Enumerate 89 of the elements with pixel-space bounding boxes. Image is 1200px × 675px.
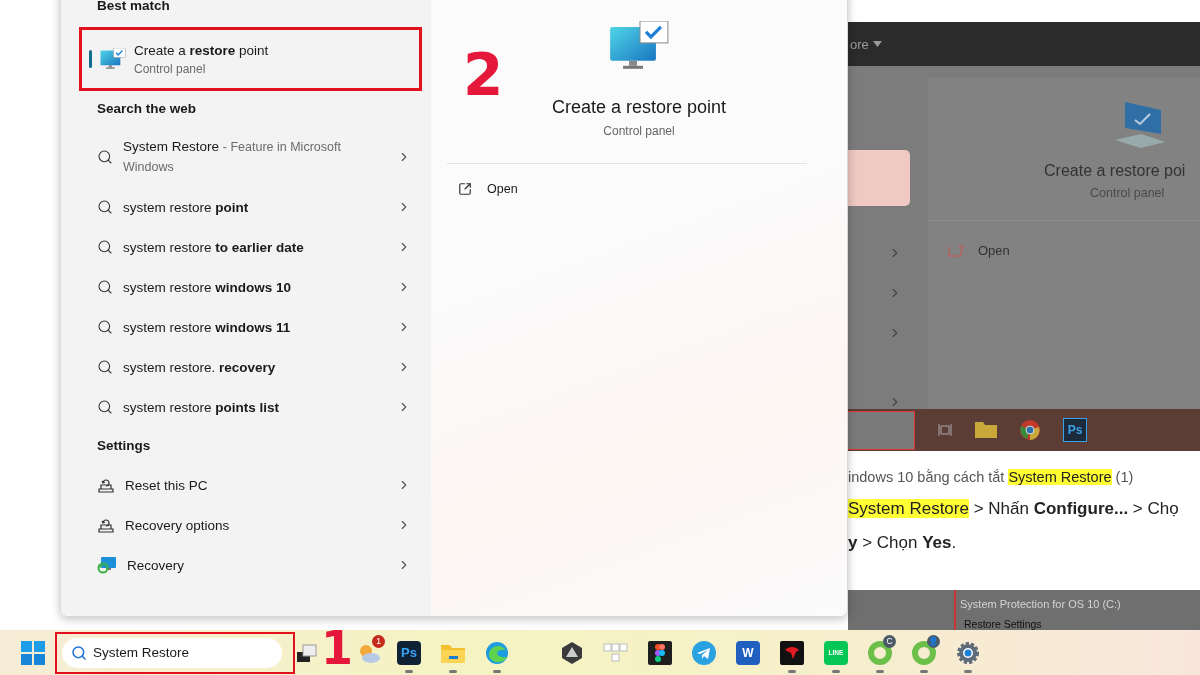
task-view-icon xyxy=(297,643,317,662)
badge: 👤 xyxy=(927,634,940,648)
section-heading: Best match xyxy=(97,0,171,14)
search-icon xyxy=(97,149,113,165)
result-title: system restore windows 11 xyxy=(123,319,291,335)
recovery-icon xyxy=(97,556,117,574)
article-text: y > Chọn Yes. xyxy=(848,531,958,554)
document-app-icon: W xyxy=(736,640,760,665)
running-indicator xyxy=(876,669,884,673)
open-icon xyxy=(948,244,964,257)
result-title: Recovery options xyxy=(125,517,230,533)
preview-title: Create a restore point xyxy=(551,96,727,118)
settings-result-row[interactable]: Recovery xyxy=(97,545,411,585)
result-title: system restore points list xyxy=(123,399,280,415)
badge: 1 xyxy=(372,634,385,648)
search-icon xyxy=(71,644,87,661)
search-icon xyxy=(97,359,113,375)
result-title: system restore to earlier date xyxy=(123,239,304,255)
result-title: system restore point xyxy=(123,199,249,215)
article-text: indows 10 bằng cách tắt System Restore (1) xyxy=(848,467,1135,487)
search-icon xyxy=(97,239,113,255)
section-heading: Search the web xyxy=(97,101,198,117)
preview-subtitle: Control panel xyxy=(1090,186,1165,201)
best-match-item[interactable]: Create a restore point Control panel xyxy=(79,27,422,91)
dialog-section: Restore Settings xyxy=(964,618,1200,630)
app-tile-icon: Ps xyxy=(397,640,421,665)
browser-icon xyxy=(485,640,509,665)
running-indicator xyxy=(405,669,413,673)
step-number: 2 xyxy=(463,46,504,104)
search-icon xyxy=(97,199,113,215)
result-title: Recovery xyxy=(127,557,185,573)
preview-title: Create a restore poi xyxy=(1044,162,1186,181)
running-indicator xyxy=(449,669,457,673)
hexagon-app-icon xyxy=(560,640,584,665)
open-label: Open xyxy=(978,243,1010,259)
running-indicator xyxy=(788,669,796,673)
running-indicator xyxy=(920,669,928,673)
search-icon xyxy=(97,319,113,335)
running-indicator xyxy=(964,669,972,673)
monitor-check-icon xyxy=(100,48,126,70)
web-result-row[interactable]: system restore point xyxy=(97,187,411,227)
dialog-title: System Protection for OS 10 (C:) xyxy=(960,598,1122,610)
running-indicator xyxy=(832,669,840,673)
open-icon xyxy=(458,181,472,196)
search-field-outline xyxy=(848,410,915,450)
browser-icon xyxy=(1019,419,1041,441)
windows-logo-icon xyxy=(21,640,45,665)
folder-icon xyxy=(975,422,997,438)
open-action[interactable]: Open xyxy=(458,181,518,196)
ring-app-icon xyxy=(868,640,892,665)
search-icon xyxy=(97,399,113,415)
keycaps-icon xyxy=(603,641,629,664)
caret-icon xyxy=(872,41,882,48)
web-result-row[interactable]: system restore windows 11 xyxy=(97,307,411,347)
web-result-row[interactable]: system restore points list xyxy=(97,387,411,427)
design-app-icon xyxy=(648,640,672,665)
game-app-icon xyxy=(780,640,804,665)
start-button[interactable] xyxy=(19,638,47,667)
result-subtitle: Control panel xyxy=(134,61,207,76)
result-title: system restore. recovery xyxy=(123,359,276,375)
taskbar-app[interactable]: W xyxy=(728,632,768,673)
monitor-check-icon xyxy=(609,21,669,71)
app-tile-icon: Ps xyxy=(1063,418,1087,442)
preview-subtitle: Control panel xyxy=(603,123,675,138)
taskbar-app[interactable]: C xyxy=(860,632,900,673)
result-title: Reset this PC xyxy=(125,477,208,493)
settings-result-row[interactable]: Recovery options xyxy=(97,505,411,545)
result-text: System Restore - Feature in Microsoft Windows xyxy=(123,138,342,176)
highlight-block xyxy=(848,150,910,207)
search-field[interactable]: System Restore xyxy=(62,637,282,668)
search-icon xyxy=(97,279,113,295)
settings-icon xyxy=(956,640,980,665)
article-text: System Restore > Nhấn Configure... > Chọ xyxy=(848,497,1180,520)
web-result-row[interactable]: system restore. recovery xyxy=(97,347,411,387)
task-view-icon xyxy=(937,423,953,437)
running-indicator xyxy=(493,669,501,673)
settings-result-row[interactable]: Reset this PC xyxy=(97,465,411,505)
result-title: Create a restore point xyxy=(134,42,269,58)
taskbar-app[interactable]: Ps xyxy=(389,632,429,673)
section-heading: Settings xyxy=(97,438,152,454)
paper-plane-icon xyxy=(692,640,716,665)
badge: C xyxy=(883,634,896,648)
web-result-row[interactable]: system restore windows 10 xyxy=(97,267,411,307)
web-result-row[interactable]: System Restore - Feature in Microsoft Windows xyxy=(97,127,411,187)
result-title: system restore windows 10 xyxy=(123,279,292,295)
reset-pc-icon xyxy=(97,516,115,534)
reset-pc-icon xyxy=(97,476,115,494)
web-result-row[interactable]: system restore to earlier date xyxy=(97,227,411,267)
menu-label: ore xyxy=(850,36,869,52)
